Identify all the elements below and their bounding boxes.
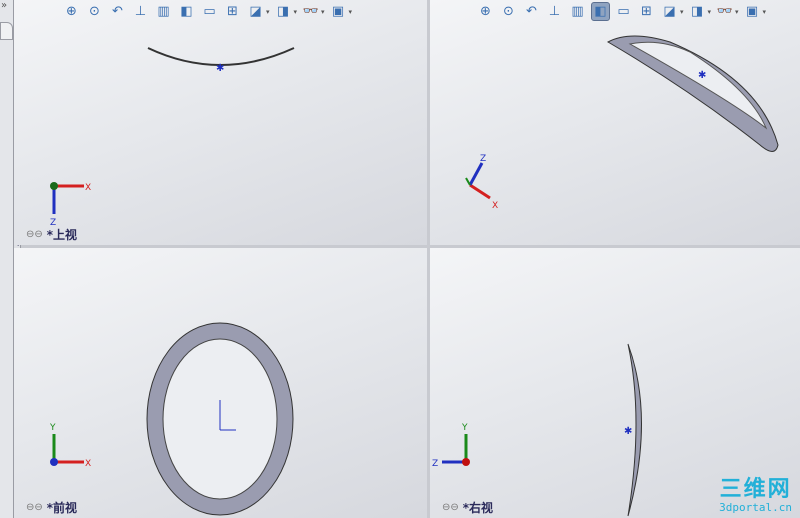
svg-text:Z: Z xyxy=(480,154,486,164)
svg-text:✱: ✱ xyxy=(698,70,706,81)
viewport-right[interactable]: ✱ Y Z ⊖⊖ *右视 三维网 3dportal.cn xyxy=(430,248,800,518)
expand-panel-icon[interactable]: » xyxy=(1,0,7,11)
panel-tab[interactable] xyxy=(0,22,13,40)
svg-text:Y: Y xyxy=(461,423,468,433)
x-axis-label: X xyxy=(85,183,91,193)
viewport-front[interactable]: Y X ⊖⊖ *前视 xyxy=(14,248,427,518)
link-views-icon[interactable]: ⊖⊖ xyxy=(26,502,43,513)
link-views-icon[interactable]: ⊖⊖ xyxy=(26,229,43,240)
y-axis-dot xyxy=(50,182,58,190)
viewport-isometric[interactable]: ⊕ ⊙ ↶ ⊥ ▥ ◧ ▭ ⊞ ◪ ▾ ◨ ▾ 👓 ▾ ▣ ▾ ✱ X Z xyxy=(430,0,800,245)
svg-text:X: X xyxy=(492,201,498,211)
svg-text:Z: Z xyxy=(432,459,438,469)
view-label: ⊖⊖ *前视 xyxy=(26,501,78,515)
viewport-top[interactable]: ⊕ ⊙ ↶ ⊥ ▥ ◧ ▭ ⊞ ◪ ▾ ◨ ▾ 👓 ▾ ▣ ▾ ✱ X Z ⊖⊖ *上视 xyxy=(14,0,427,245)
link-views-icon[interactable]: ⊖⊖ xyxy=(442,502,459,513)
view-label: ⊖⊖ *右视 xyxy=(442,501,494,515)
left-panel-strip: » ◂◂ xyxy=(0,0,21,518)
watermark-logo: 三维网 3dportal.cn xyxy=(719,477,792,515)
svg-text:✱: ✱ xyxy=(624,426,632,437)
svg-text:Y: Y xyxy=(49,423,56,433)
svg-text:X: X xyxy=(85,459,91,469)
view-label: ⊖⊖ *上视 xyxy=(26,228,78,242)
origin-marker: ✱ xyxy=(216,63,224,74)
